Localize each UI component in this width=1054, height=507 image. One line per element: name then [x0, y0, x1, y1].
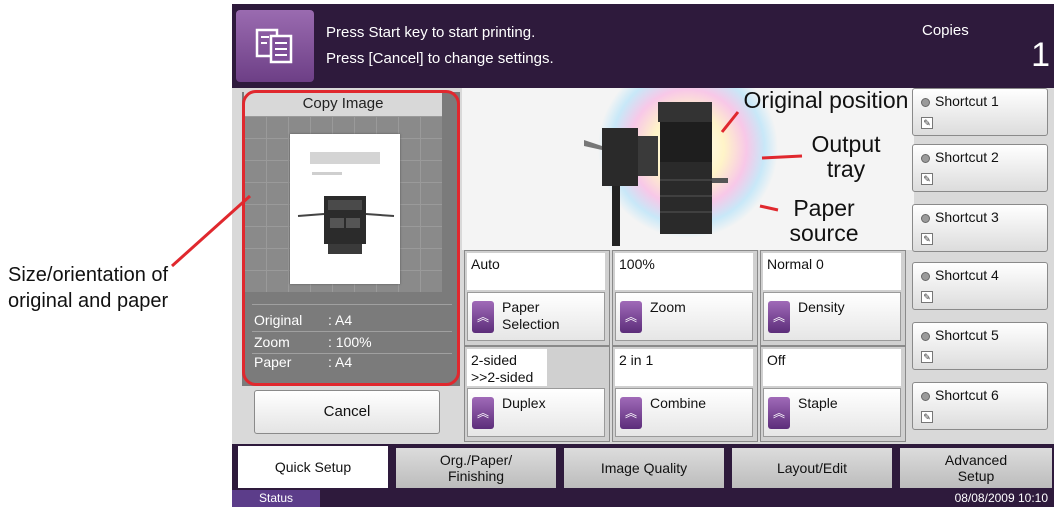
tab-image-quality-label: Image Quality	[600, 460, 688, 476]
duplex-label: Duplex	[502, 395, 546, 411]
indicator-dot	[921, 332, 930, 341]
shortcut-2-button[interactable]: Shortcut 2 ✎	[912, 144, 1048, 192]
chevron-up-icon: ︽	[768, 397, 790, 429]
callout-paper-source: Paper source	[789, 195, 859, 246]
paper-selection-value: Auto	[467, 253, 605, 290]
chevron-up-icon: ︽	[472, 397, 494, 429]
indicator-dot	[921, 392, 930, 401]
tab-advanced-setup-label: Advanced Setup	[944, 452, 1008, 484]
indicator-dot	[921, 272, 930, 281]
callout-size-orientation: Size/orientation of original and paper	[8, 264, 169, 312]
paper-selection-label: Paper Selection	[502, 299, 560, 332]
header-message-line2: Press [Cancel] to change settings.	[326, 50, 554, 67]
staple-value: Off	[763, 349, 901, 386]
density-value: Normal 0	[763, 253, 901, 290]
paper-selection-button[interactable]: ︽ Paper Selection	[467, 292, 605, 341]
preview-highlight	[242, 90, 460, 386]
edit-icon: ✎	[921, 291, 933, 303]
shortcut-1-label: Shortcut 1	[935, 93, 999, 109]
header-message-line1: Press Start key to start printing.	[326, 24, 536, 41]
shortcut-4-button[interactable]: Shortcut 4 ✎	[912, 262, 1048, 310]
edit-icon: ✎	[921, 233, 933, 245]
tab-advanced-setup[interactable]: Advanced Setup	[900, 448, 1052, 488]
shortcut-1-button[interactable]: Shortcut 1 ✎	[912, 88, 1048, 136]
shortcut-3-button[interactable]: Shortcut 3 ✎	[912, 204, 1048, 252]
copies-label: Copies	[922, 22, 969, 39]
tab-quick-setup[interactable]: Quick Setup	[238, 446, 388, 488]
tab-layout-edit[interactable]: Layout/Edit	[732, 448, 892, 488]
callout-original-position: Original position	[743, 87, 909, 113]
cancel-button[interactable]: Cancel	[254, 390, 440, 434]
shortcut-3-label: Shortcut 3	[935, 209, 999, 225]
chevron-up-icon: ︽	[620, 397, 642, 429]
chevron-up-icon: ︽	[472, 301, 494, 333]
combine-value: 2 in 1	[615, 349, 753, 386]
indicator-dot	[921, 98, 930, 107]
staple-label: Staple	[798, 395, 838, 411]
duplex-button[interactable]: ︽ Duplex	[467, 388, 605, 437]
edit-icon: ✎	[921, 117, 933, 129]
chevron-up-icon: ︽	[620, 301, 642, 333]
copy-icon	[236, 10, 314, 82]
indicator-dot	[921, 214, 930, 223]
zoom-button[interactable]: ︽ Zoom	[615, 292, 753, 341]
shortcut-6-label: Shortcut 6	[935, 387, 999, 403]
status-bar	[232, 488, 1054, 507]
combine-button[interactable]: ︽ Combine	[615, 388, 753, 437]
shortcut-4-label: Shortcut 4	[935, 267, 999, 283]
tab-image-quality[interactable]: Image Quality	[564, 448, 724, 488]
edit-icon: ✎	[921, 351, 933, 363]
edit-icon: ✎	[921, 173, 933, 185]
setting-staple: Off ︽ Staple	[760, 346, 906, 442]
setting-paper-selection: Auto ︽ Paper Selection	[464, 250, 610, 346]
density-label: Density	[798, 299, 845, 315]
combine-label: Combine	[650, 395, 707, 411]
tab-quick-setup-label: Quick Setup	[274, 459, 352, 475]
density-button[interactable]: ︽ Density	[763, 292, 901, 341]
tab-org-paper-finishing-label: Org./Paper/ Finishing	[439, 452, 513, 484]
date-time: 08/08/2009 10:10	[954, 491, 1048, 505]
tab-layout-edit-label: Layout/Edit	[776, 460, 848, 476]
copies-value: 1	[1031, 36, 1050, 74]
status-button[interactable]: Status	[232, 490, 320, 507]
zoom-label: Zoom	[650, 299, 686, 315]
shortcut-5-button[interactable]: Shortcut 5 ✎	[912, 322, 1048, 370]
shortcut-2-label: Shortcut 2	[935, 149, 999, 165]
staple-button[interactable]: ︽ Staple	[763, 388, 901, 437]
shortcut-5-label: Shortcut 5	[935, 327, 999, 343]
chevron-up-icon: ︽	[768, 301, 790, 333]
shortcut-6-button[interactable]: Shortcut 6 ✎	[912, 382, 1048, 430]
duplex-value: 2-sided >>2-sided	[467, 349, 547, 386]
callout-output-tray: Output tray	[811, 131, 881, 182]
zoom-value: 100%	[615, 253, 753, 290]
setting-duplex: 2-sided >>2-sided ︽ Duplex	[464, 346, 610, 442]
setting-combine: 2 in 1 ︽ Combine	[612, 346, 758, 442]
indicator-dot	[921, 154, 930, 163]
setting-density: Normal 0 ︽ Density	[760, 250, 906, 346]
tab-org-paper-finishing[interactable]: Org./Paper/ Finishing	[396, 448, 556, 488]
setting-zoom: 100% ︽ Zoom	[612, 250, 758, 346]
header-bar: Press Start key to start printing. Press…	[232, 4, 1054, 88]
edit-icon: ✎	[921, 411, 933, 423]
